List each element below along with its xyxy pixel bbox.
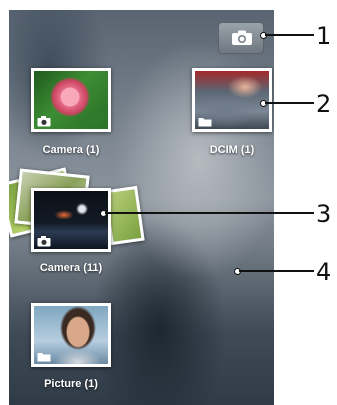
album-thumbnail-picture[interactable] xyxy=(31,303,111,367)
callout-line xyxy=(265,102,314,104)
camera-button[interactable] xyxy=(218,22,264,54)
callout-number-3: 3 xyxy=(316,200,332,228)
callout-number-1: 1 xyxy=(316,22,332,50)
album-thumbnail-dcim[interactable] xyxy=(192,68,272,132)
folder-icon xyxy=(198,118,212,127)
album-thumbnail-camera[interactable] xyxy=(31,68,111,132)
album-label-dcim: DCIM (1) xyxy=(209,144,255,156)
callout-number-4: 4 xyxy=(316,258,332,286)
album-thumbnail-camera-stack[interactable] xyxy=(31,188,111,252)
gallery-screen: Camera (1) DCIM (1) Camera (11) Picture … xyxy=(9,10,274,405)
folder-icon xyxy=(37,353,51,362)
callout-line xyxy=(105,212,314,214)
album-label-camera: Camera (1) xyxy=(42,144,100,156)
camera-icon xyxy=(37,116,51,127)
album-label-picture: Picture (1) xyxy=(44,378,98,390)
callout-number-2: 2 xyxy=(316,90,332,118)
camera-icon xyxy=(37,236,51,247)
callout-line xyxy=(265,34,314,36)
camera-icon xyxy=(232,30,252,45)
callout-line xyxy=(239,270,314,272)
album-label-camera-stack: Camera (11) xyxy=(39,262,103,274)
